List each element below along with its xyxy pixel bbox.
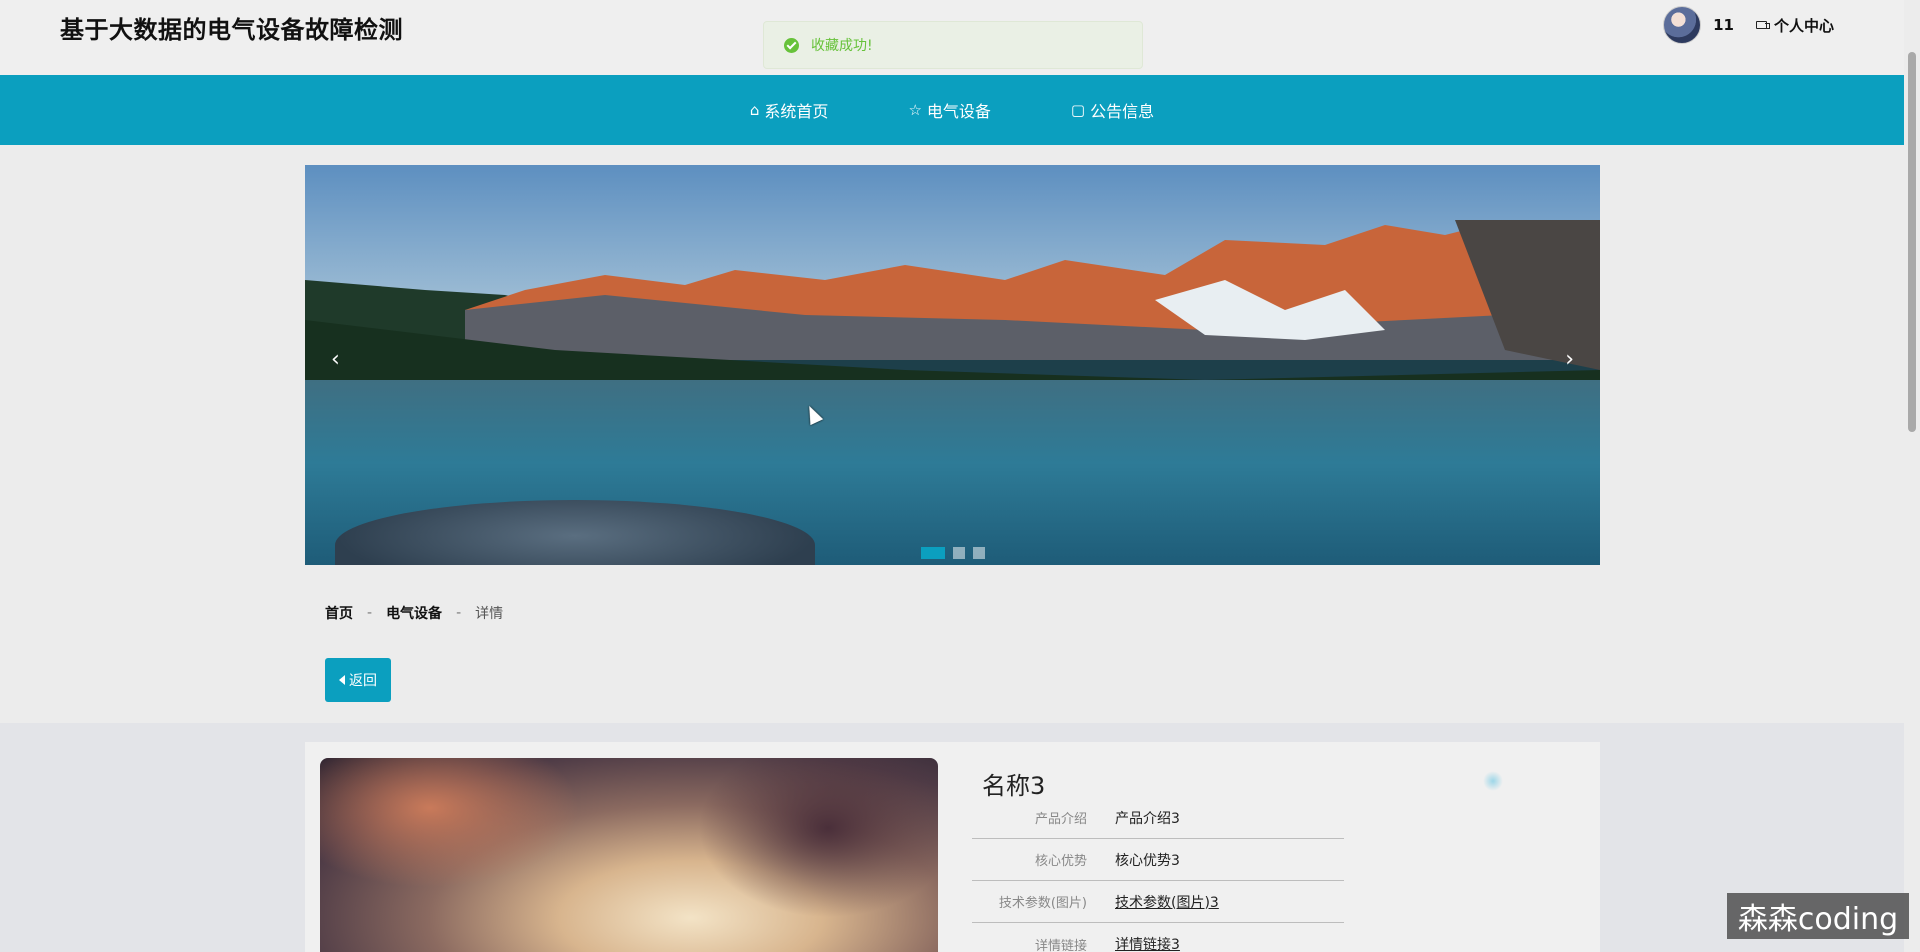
nav-item-label: 电气设备: [926, 102, 991, 121]
attribute-value: 核心优势3: [1115, 852, 1180, 869]
attribute-row: 技术参数(图片) 技术参数(图片)3: [972, 881, 1344, 923]
banner-carousel[interactable]: ‹ ›: [305, 165, 1600, 565]
home-icon: ⌂: [749, 101, 760, 119]
carousel-dot[interactable]: [920, 547, 945, 559]
carousel-mountains: [305, 220, 1600, 400]
carousel-prev-button[interactable]: ‹: [331, 347, 340, 372]
back-button[interactable]: 返回: [325, 658, 391, 702]
carousel-dot[interactable]: [972, 547, 985, 559]
personal-center-link[interactable]: 个人中心: [1755, 15, 1834, 36]
user-area: 11 个人中心: [1663, 6, 1834, 44]
attribute-label: 技术参数(图片): [998, 896, 1087, 911]
page-scrollbar[interactable]: [1904, 0, 1920, 952]
tech-params-link[interactable]: 技术参数(图片)3: [1115, 892, 1219, 912]
nav-item-equipment[interactable]: ☆ 电气设备: [908, 98, 990, 122]
favorite-icon[interactable]: [1483, 771, 1503, 791]
attribute-row: 详情链接 详情链接3: [972, 923, 1344, 952]
site-title: 基于大数据的电气设备故障检测: [60, 16, 403, 44]
breadcrumb-separator: -: [456, 605, 462, 621]
truck-icon: [1755, 20, 1770, 30]
attribute-label: 核心优势: [1034, 854, 1087, 869]
scrollbar-thumb[interactable]: [1908, 52, 1916, 432]
attribute-row: 核心优势 核心优势3: [972, 839, 1344, 881]
carousel-indicators: [305, 547, 1600, 559]
caret-left-icon: [339, 675, 345, 685]
watermark: 森森coding: [1727, 893, 1909, 939]
username: 11: [1713, 16, 1734, 34]
breadcrumb-home[interactable]: 首页: [325, 603, 353, 623]
product-title: 名称3: [982, 772, 1046, 800]
attribute-label: 详情链接: [1034, 938, 1087, 952]
details-link[interactable]: 详情链接3: [1115, 934, 1180, 952]
carousel-dot[interactable]: [952, 547, 965, 559]
personal-center-label: 个人中心: [1773, 16, 1834, 35]
check-circle-icon: [784, 37, 799, 53]
attribute-row: 产品介绍 产品介绍3: [972, 797, 1344, 839]
bag-icon: ▢: [1070, 101, 1086, 119]
success-toast: 收藏成功!: [763, 21, 1143, 69]
breadcrumb-separator: -: [367, 605, 373, 621]
carousel-next-button[interactable]: ›: [1565, 347, 1574, 372]
product-image: [320, 758, 938, 952]
back-button-label: 返回: [349, 673, 377, 689]
star-icon: ☆: [908, 101, 922, 119]
breadcrumb: 首页 - 电气设备 - 详情: [325, 603, 503, 623]
nav-item-home[interactable]: ⌂ 系统首页: [750, 98, 829, 122]
breadcrumb-category[interactable]: 电气设备: [386, 603, 442, 623]
toast-message: 收藏成功!: [811, 38, 873, 54]
nav-item-announcements[interactable]: ▢ 公告信息: [1071, 98, 1154, 122]
main-nav: ⌂ 系统首页 ☆ 电气设备 ▢ 公告信息: [0, 75, 1904, 145]
product-attributes: 产品介绍 产品介绍3 核心优势 核心优势3 技术参数(图片) 技术参数(图片)3…: [972, 797, 1344, 952]
avatar[interactable]: [1663, 6, 1702, 44]
attribute-value: 产品介绍3: [1115, 810, 1180, 827]
breadcrumb-current: 详情: [475, 606, 504, 622]
nav-item-label: 公告信息: [1090, 102, 1155, 121]
nav-item-label: 系统首页: [764, 102, 829, 121]
attribute-label: 产品介绍: [1034, 812, 1087, 827]
